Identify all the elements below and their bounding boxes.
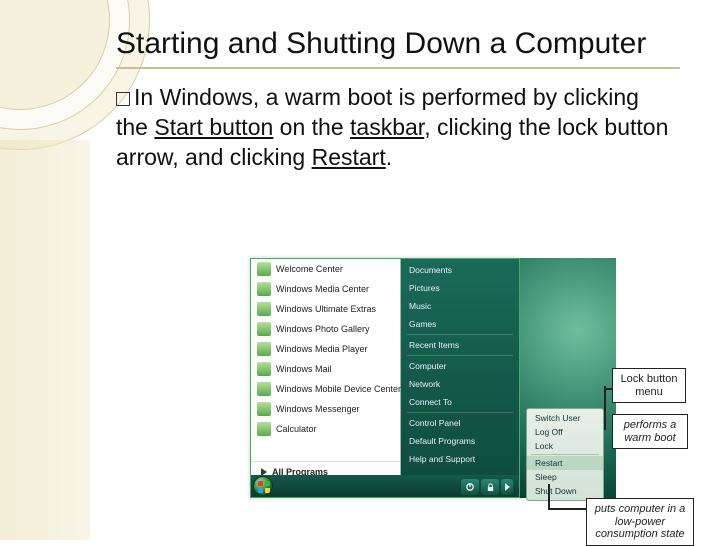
start-menu-place[interactable]: Games (401, 315, 519, 333)
start-menu-place[interactable]: Control Panel (401, 414, 519, 432)
flyout-item-shut-down[interactable]: Shut Down (527, 484, 603, 498)
power-icon (465, 482, 475, 492)
callout-leader (604, 386, 606, 430)
lock-button-flyout-menu: Switch User Log Off Lock Restart Sleep S… (526, 408, 604, 501)
callout-leader (550, 508, 586, 510)
lock-icon (486, 483, 495, 492)
bullet-icon (116, 92, 130, 106)
title-underline (116, 67, 680, 69)
app-icon (257, 262, 271, 276)
app-icon (257, 422, 271, 436)
callout-lock-menu: Lock button menu (612, 368, 686, 403)
start-menu-place[interactable]: Help and Support (401, 450, 519, 468)
start-menu-place[interactable]: Recent Items (401, 336, 519, 354)
start-menu-place[interactable]: Computer (401, 357, 519, 375)
flyout-item-sleep[interactable]: Sleep (527, 470, 603, 484)
lock-button[interactable] (481, 479, 499, 495)
app-icon (257, 282, 271, 296)
callout-low-power: puts computer in a low-power consumption… (586, 498, 694, 546)
lock-button-arrow[interactable] (501, 479, 513, 495)
start-menu-place[interactable]: Network (401, 375, 519, 393)
slide-body: In Windows, a warm boot is performed by … (116, 83, 676, 173)
app-icon (257, 302, 271, 316)
start-menu-item[interactable]: Windows Mobile Device Center (251, 379, 400, 399)
app-icon (257, 322, 271, 336)
start-menu-item[interactable]: Windows Mail (251, 359, 400, 379)
start-menu-item[interactable]: Calculator (251, 419, 400, 439)
start-menu-item[interactable]: Windows Messenger (251, 399, 400, 419)
start-menu-item[interactable]: Windows Media Center (251, 279, 400, 299)
start-orb-icon[interactable] (253, 476, 273, 496)
start-menu-item[interactable]: Welcome Center (251, 259, 400, 279)
app-icon (257, 382, 271, 396)
start-menu: Welcome Center Windows Media Center Wind… (250, 258, 520, 498)
callout-warm-boot: performs a warm boot (612, 414, 688, 449)
start-menu-item[interactable]: Windows Media Player (251, 339, 400, 359)
start-menu-item[interactable]: Windows Photo Gallery (251, 319, 400, 339)
start-menu-item[interactable]: Windows Ultimate Extras (251, 299, 400, 319)
start-menu-place[interactable]: Connect To (401, 393, 519, 411)
callout-leader (548, 484, 550, 510)
flyout-item-lock[interactable]: Lock (527, 439, 603, 453)
start-menu-place[interactable]: Default Programs (401, 432, 519, 450)
flyout-item-log-off[interactable]: Log Off (527, 425, 603, 439)
start-menu-place[interactable]: Documents (401, 261, 519, 279)
menu-separator (531, 454, 599, 455)
flyout-item-switch-user[interactable]: Switch User (527, 411, 603, 425)
power-lock-area (461, 479, 513, 495)
vista-start-menu-screenshot: Welcome Center Windows Media Center Wind… (250, 258, 690, 526)
app-icon (257, 402, 271, 416)
slide-title: Starting and Shutting Down a Computer (116, 26, 680, 61)
start-menu-left-pane: Welcome Center Windows Media Center Wind… (251, 259, 401, 497)
power-button[interactable] (461, 479, 479, 495)
start-menu-right-pane: Documents Pictures Music Games Recent It… (401, 259, 519, 497)
start-menu-place[interactable]: Pictures (401, 279, 519, 297)
start-menu-place[interactable]: Music (401, 297, 519, 315)
chevron-right-icon (505, 483, 510, 491)
app-icon (257, 342, 271, 356)
app-icon (257, 362, 271, 376)
flyout-item-restart[interactable]: Restart (527, 456, 603, 470)
